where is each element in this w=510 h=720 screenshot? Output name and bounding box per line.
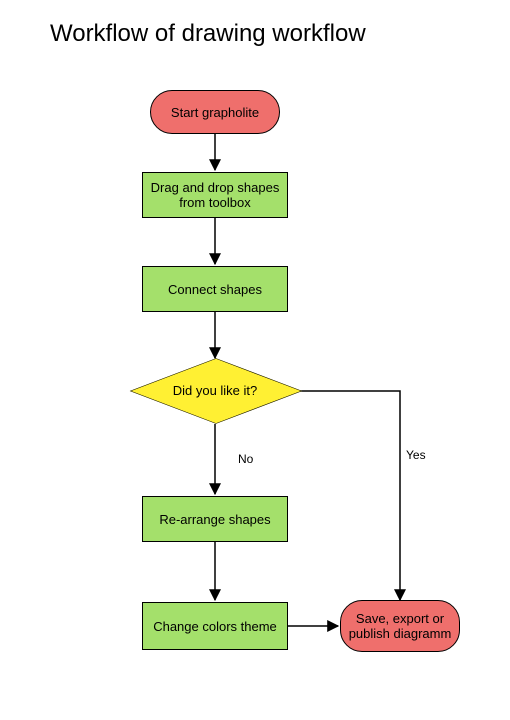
node-start-terminator: Start grapholite [150,90,280,134]
node-drag-process: Drag and drop shapes from toolbox [142,172,288,218]
edge-label-yes: Yes [406,448,426,462]
edge-label-no: No [238,452,253,466]
node-rearr-process: Re-arrange shapes [142,496,288,542]
decision-label: Did you like it? [130,358,300,423]
node-connect-process: Connect shapes [142,266,288,312]
node-decide-decision: Did you like it? [130,358,300,423]
node-colors-process: Change colors theme [142,602,288,650]
edge-yes-save [300,391,400,600]
diagram-canvas: Workflow of drawing workflow Start graph… [0,0,510,720]
node-save-terminator: Save, export or publish diagramm [340,600,460,652]
